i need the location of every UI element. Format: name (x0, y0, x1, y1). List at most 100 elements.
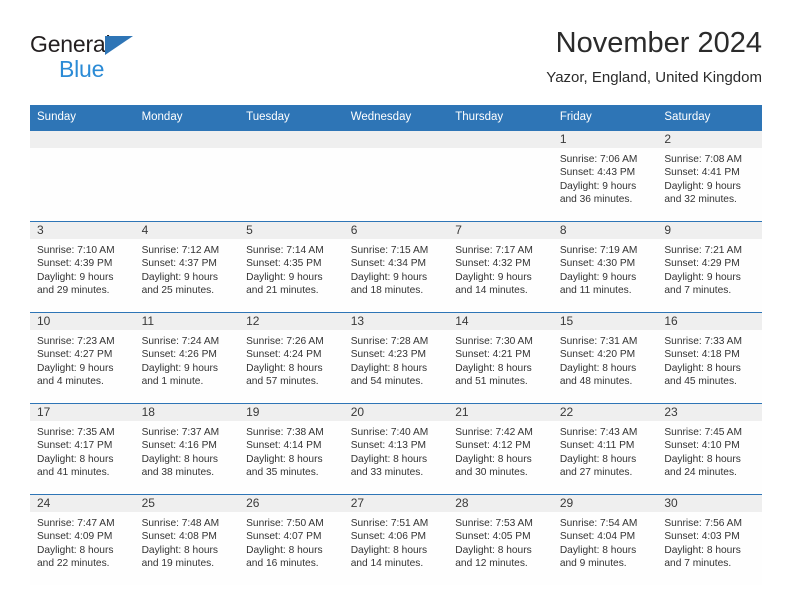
day-details: Sunrise: 7:24 AM Sunset: 4:26 PM Daylight:… (135, 330, 240, 388)
sunrise-text: Sunrise: 7:51 AM (350, 518, 429, 529)
page-subtitle: Yazor, England, United Kingdom (546, 69, 762, 86)
calendar-day-cell[interactable]: 9 Sunrise: 7:21 AM Sunset: 4:29 PM Daylight… (657, 221, 762, 313)
day-number: 5 (239, 222, 344, 239)
calendar-day-cell[interactable]: 7 Sunrise: 7:17 AM Sunset: 4:32 PM Daylight… (448, 221, 553, 313)
calendar-day-cell[interactable]: 27 Sunrise: 7:51 AM Sunset: 4:06 PM Dayligh… (343, 494, 449, 585)
day-number: 19 (239, 404, 344, 421)
day-number: 29 (552, 495, 658, 512)
calendar-day-cell[interactable]: 28 Sunrise: 7:53 AM Sunset: 4:05 PM Dayligh… (448, 494, 553, 585)
sunset-text: Sunset: 4:43 PM (559, 167, 636, 179)
sunrise-text: Sunrise: 7:56 AM (664, 518, 742, 529)
calendar-day-cell[interactable]: 17 Sunrise: 7:35 AM Sunset: 4:17 PM Dayligh… (30, 403, 135, 495)
sunset-text: Sunset: 4:41 PM (664, 167, 740, 179)
day-number (343, 131, 449, 148)
sunset-text: Sunset: 4:34 PM (350, 258, 427, 270)
sunrise-text: Sunrise: 7:42 AM (455, 427, 533, 438)
calendar-day-cell[interactable]: 18 Sunrise: 7:37 AM Sunset: 4:16 PM Dayligh… (134, 403, 240, 495)
calendar-header-row: Sunday Monday Tuesday Wednesday Thursday… (30, 105, 762, 131)
calendar-day-cell[interactable]: 6 Sunrise: 7:15 AM Sunset: 4:34 PM Daylight… (343, 221, 449, 313)
calendar-day-cell[interactable]: 20 Sunrise: 7:40 AM Sunset: 4:13 PM Dayligh… (343, 403, 449, 495)
calendar-day-cell[interactable]: 10 Sunrise: 7:23 AM Sunset: 4:27 PM Dayligh… (30, 312, 135, 404)
calendar-day-cell[interactable]: 22 Sunrise: 7:43 AM Sunset: 4:11 PM Dayligh… (552, 403, 658, 495)
calendar-day-cell[interactable]: 30 Sunrise: 7:56 AM Sunset: 4:03 PM Dayligh… (657, 494, 762, 585)
sunrise-text: Sunrise: 7:40 AM (350, 427, 429, 438)
day-details: Sunrise: 7:06 AM Sunset: 4:43 PM Daylight:… (553, 148, 658, 206)
day-details: Sunrise: 7:21 AM Sunset: 4:29 PM Daylight:… (657, 239, 762, 297)
calendar-day-cell[interactable]: 2 Sunrise: 7:08 AM Sunset: 4:41 PM Daylight… (657, 130, 762, 222)
daylight-text: Daylight: 9 hours and 29 minutes. (37, 271, 114, 296)
calendar-day-cell[interactable]: 21 Sunrise: 7:42 AM Sunset: 4:12 PM Dayligh… (448, 403, 553, 495)
day-number: 18 (134, 404, 240, 421)
daylight-text: Daylight: 8 hours and 48 minutes. (559, 362, 637, 387)
sunset-text: Sunset: 4:20 PM (559, 349, 636, 361)
calendar-day-cell[interactable]: 1 Sunrise: 7:06 AM Sunset: 4:43 PM Daylight… (552, 130, 658, 222)
daylight-text: Daylight: 8 hours and 22 minutes. (37, 544, 114, 569)
day-details: Sunrise: 7:12 AM Sunset: 4:37 PM Daylight:… (135, 239, 240, 297)
weekday-header-monday: Monday (134, 105, 240, 131)
sunrise-text: Sunrise: 7:21 AM (664, 245, 742, 256)
sunset-text: Sunset: 4:21 PM (455, 349, 531, 361)
day-details: Sunrise: 7:37 AM Sunset: 4:16 PM Daylight:… (135, 421, 240, 479)
daylight-text: Daylight: 9 hours and 1 minute. (141, 362, 219, 387)
calendar-week-row: 1 Sunrise: 7:06 AM Sunset: 4:43 PM Daylight… (30, 130, 762, 222)
day-number: 30 (657, 495, 762, 512)
calendar-day-cell[interactable]: 26 Sunrise: 7:50 AM Sunset: 4:07 PM Dayligh… (239, 494, 344, 585)
sunset-text: Sunset: 4:05 PM (455, 531, 531, 543)
calendar-table: Sunday Monday Tuesday Wednesday Thursday… (30, 105, 762, 585)
sunset-text: Sunset: 4:23 PM (350, 349, 427, 361)
sunset-text: Sunset: 4:09 PM (37, 531, 113, 543)
calendar-day-cell[interactable]: 16 Sunrise: 7:33 AM Sunset: 4:18 PM Dayligh… (657, 312, 762, 404)
day-number: 26 (239, 495, 344, 512)
sunrise-text: Sunrise: 7:54 AM (559, 518, 638, 529)
day-details: Sunrise: 7:23 AM Sunset: 4:27 PM Daylight:… (30, 330, 135, 388)
sunset-text: Sunset: 4:24 PM (246, 349, 322, 361)
calendar-day-cell[interactable]: 24 Sunrise: 7:47 AM Sunset: 4:09 PM Dayligh… (30, 494, 135, 585)
day-number: 25 (134, 495, 240, 512)
daylight-text: Daylight: 8 hours and 38 minutes. (141, 453, 219, 478)
sunset-text: Sunset: 4:30 PM (559, 258, 636, 270)
day-number (448, 131, 553, 148)
calendar-day-cell[interactable]: 29 Sunrise: 7:54 AM Sunset: 4:04 PM Dayligh… (552, 494, 658, 585)
day-number: 27 (343, 495, 449, 512)
calendar-week-row: 24 Sunrise: 7:47 AM Sunset: 4:09 PM Dayligh… (30, 494, 762, 585)
sunset-text: Sunset: 4:03 PM (664, 531, 740, 543)
sunrise-text: Sunrise: 7:31 AM (559, 336, 638, 347)
sunrise-text: Sunrise: 7:12 AM (141, 245, 220, 256)
calendar-day-cell[interactable]: 15 Sunrise: 7:31 AM Sunset: 4:20 PM Dayligh… (552, 312, 658, 404)
calendar-day-cell[interactable]: 25 Sunrise: 7:48 AM Sunset: 4:08 PM Dayligh… (134, 494, 240, 585)
day-details: Sunrise: 7:08 AM Sunset: 4:41 PM Daylight:… (657, 148, 762, 206)
daylight-text: Daylight: 8 hours and 12 minutes. (455, 544, 532, 569)
day-number (30, 131, 135, 148)
sunset-text: Sunset: 4:07 PM (246, 531, 322, 543)
calendar-day-cell[interactable]: 13 Sunrise: 7:28 AM Sunset: 4:23 PM Dayligh… (343, 312, 449, 404)
calendar-day-cell[interactable]: 5 Sunrise: 7:14 AM Sunset: 4:35 PM Daylight… (239, 221, 344, 313)
day-details: Sunrise: 7:17 AM Sunset: 4:32 PM Daylight:… (448, 239, 553, 297)
calendar-day-cell[interactable]: 19 Sunrise: 7:38 AM Sunset: 4:14 PM Dayligh… (239, 403, 344, 495)
calendar-day-cell[interactable]: 23 Sunrise: 7:45 AM Sunset: 4:10 PM Dayligh… (657, 403, 762, 495)
calendar-day-cell[interactable]: 3 Sunrise: 7:10 AM Sunset: 4:39 PM Daylight… (30, 221, 135, 313)
daylight-text: Daylight: 8 hours and 19 minutes. (141, 544, 219, 569)
sunrise-text: Sunrise: 7:15 AM (350, 245, 429, 256)
calendar-day-cell[interactable]: 14 Sunrise: 7:30 AM Sunset: 4:21 PM Dayligh… (448, 312, 553, 404)
sunrise-text: Sunrise: 7:47 AM (37, 518, 115, 529)
sunrise-text: Sunrise: 7:33 AM (664, 336, 742, 347)
sunset-text: Sunset: 4:37 PM (141, 258, 217, 270)
daylight-text: Daylight: 8 hours and 45 minutes. (664, 362, 741, 387)
daylight-text: Daylight: 8 hours and 24 minutes. (664, 453, 741, 478)
daylight-text: Daylight: 9 hours and 21 minutes. (246, 271, 323, 296)
day-number: 10 (30, 313, 135, 330)
day-details: Sunrise: 7:48 AM Sunset: 4:08 PM Daylight:… (135, 512, 240, 570)
sunrise-text: Sunrise: 7:38 AM (246, 427, 324, 438)
calendar-day-cell[interactable]: 8 Sunrise: 7:19 AM Sunset: 4:30 PM Daylight… (552, 221, 658, 313)
calendar-day-cell[interactable]: 11 Sunrise: 7:24 AM Sunset: 4:26 PM Dayligh… (134, 312, 240, 404)
calendar-day-cell[interactable]: 12 Sunrise: 7:26 AM Sunset: 4:24 PM Dayligh… (239, 312, 344, 404)
day-details: Sunrise: 7:51 AM Sunset: 4:06 PM Daylight:… (344, 512, 449, 570)
page-header: General Blue November 2024 Yazor, Englan… (30, 26, 762, 98)
day-details: Sunrise: 7:35 AM Sunset: 4:17 PM Daylight:… (30, 421, 135, 479)
day-number: 7 (448, 222, 553, 239)
daylight-text: Daylight: 9 hours and 36 minutes. (559, 180, 637, 205)
calendar-day-cell[interactable]: 4 Sunrise: 7:12 AM Sunset: 4:37 PM Daylight… (134, 221, 240, 313)
daylight-text: Daylight: 8 hours and 35 minutes. (246, 453, 323, 478)
daylight-text: Daylight: 8 hours and 57 minutes. (246, 362, 323, 387)
day-details: Sunrise: 7:43 AM Sunset: 4:11 PM Daylight:… (553, 421, 658, 479)
